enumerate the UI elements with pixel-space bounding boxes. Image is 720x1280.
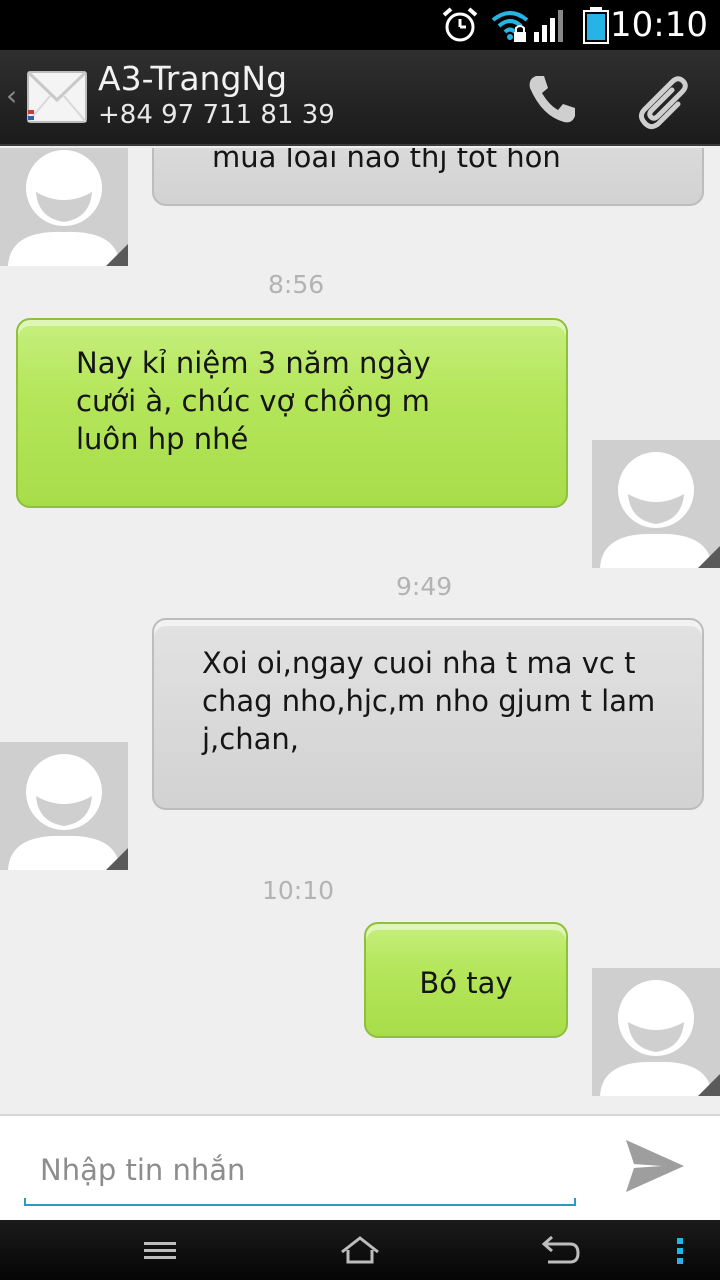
my-avatar[interactable]: [592, 440, 720, 568]
message-timestamp: 10:10: [262, 876, 335, 905]
message-input[interactable]: [24, 1140, 576, 1200]
sent-message-bubble[interactable]: Bó tay: [364, 922, 568, 1038]
sent-message-bubble[interactable]: Nay kỉ niệm 3 năm ngày cưới à, chúc vợ c…: [16, 318, 568, 508]
contact-name: A3-TrangNg: [98, 59, 288, 98]
phone-icon[interactable]: [522, 70, 580, 128]
message-text: Xoi oi,ngay cuoi nha t ma vc t chag nho,…: [202, 646, 656, 756]
message-text: Nay kỉ niệm 3 năm ngày cưới à, chúc vợ c…: [76, 346, 431, 456]
contact-avatar[interactable]: [0, 742, 128, 870]
paperclip-icon[interactable]: [632, 70, 694, 132]
conversation-header: ‹ A3-TrangNg +84 97 711 81 39: [0, 50, 720, 146]
back-chevron-icon[interactable]: ‹: [6, 80, 17, 112]
message-timestamp: 9:49: [396, 572, 453, 601]
overflow-icon[interactable]: [668, 1228, 692, 1272]
battery-icon: [583, 7, 609, 44]
signal-icon: [534, 10, 563, 42]
message-timestamp: 8:56: [268, 270, 325, 299]
received-message-bubble[interactable]: Xoi oi,ngay cuoi nha t ma vc t chag nho,…: [152, 618, 704, 810]
wifi-icon: [491, 11, 529, 42]
envelope-icon[interactable]: [26, 66, 88, 128]
contact-number: +84 97 711 81 39: [98, 100, 335, 130]
status-clock: 10:10: [610, 5, 708, 45]
my-avatar[interactable]: [592, 968, 720, 1096]
input-underline: [24, 1198, 576, 1206]
message-text: mua loai nao thj tot hon: [212, 148, 561, 174]
message-list[interactable]: mua loai nao thj tot hon 8:56 Nay kỉ niệ…: [0, 148, 720, 1114]
menu-icon[interactable]: [140, 1228, 180, 1272]
send-icon[interactable]: [622, 1134, 688, 1198]
navigation-bar: [0, 1220, 720, 1280]
message-composer: [0, 1114, 720, 1220]
received-message-bubble[interactable]: mua loai nao thj tot hon: [152, 148, 704, 206]
alarm-icon: [442, 7, 478, 42]
back-icon[interactable]: [536, 1228, 584, 1272]
message-text: Bó tay: [419, 966, 513, 1000]
home-icon[interactable]: [336, 1228, 384, 1272]
contact-avatar[interactable]: [0, 148, 128, 266]
status-bar: 10:10: [0, 0, 720, 50]
